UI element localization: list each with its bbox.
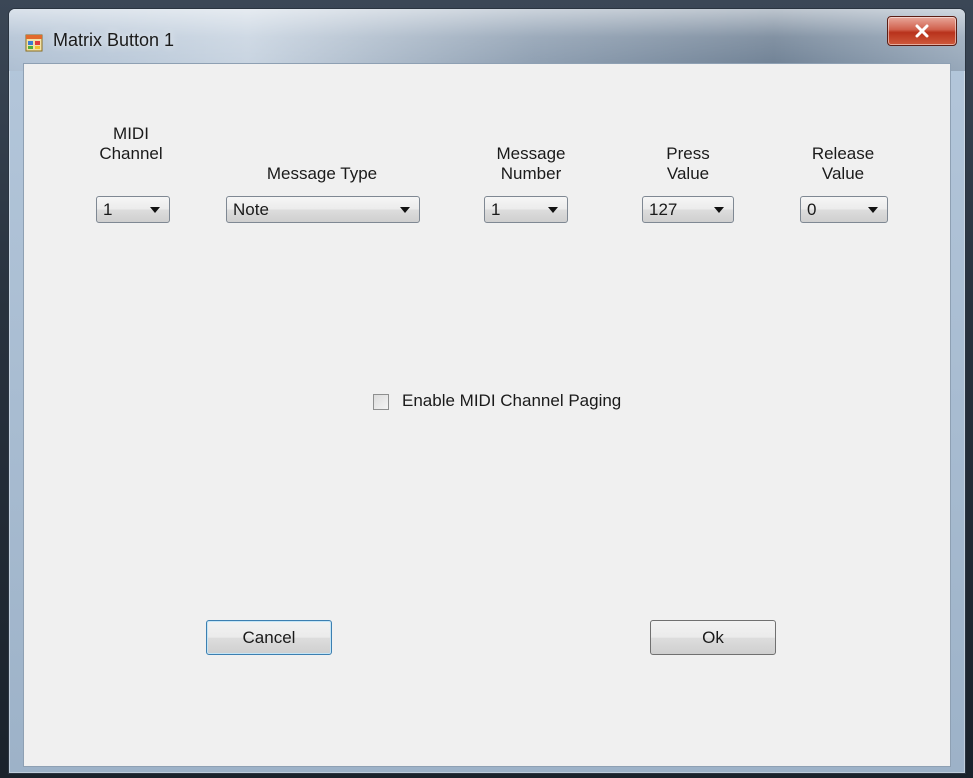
midi-channel-select[interactable]: 1 xyxy=(96,196,170,223)
close-icon xyxy=(915,24,929,38)
app-window-icon xyxy=(25,34,43,52)
close-button[interactable] xyxy=(887,16,957,46)
title-bar[interactable]: Matrix Button 1 xyxy=(9,9,965,71)
message-type-select[interactable]: Note xyxy=(226,196,420,223)
press-value-select[interactable]: 127 xyxy=(642,196,734,223)
chevron-down-icon xyxy=(150,207,160,213)
press-value-value: 127 xyxy=(649,200,678,219)
chevron-down-icon xyxy=(714,207,724,213)
cancel-button[interactable]: Cancel xyxy=(206,620,332,655)
midi-channel-paging-label[interactable]: Enable MIDI Channel Paging xyxy=(402,391,621,411)
release-value-label: Release Value xyxy=(811,144,875,183)
ok-button[interactable]: Ok xyxy=(650,620,776,655)
message-type-label: Message Type xyxy=(266,164,378,183)
message-number-value: 1 xyxy=(491,200,501,219)
midi-channel-value: 1 xyxy=(103,200,113,219)
press-value-label: Press Value xyxy=(666,144,710,183)
chevron-down-icon xyxy=(400,207,410,213)
dialog-window: Matrix Button 1 MIDI Channel 1 Message T… xyxy=(8,8,966,774)
chevron-down-icon xyxy=(548,207,558,213)
dialog-client-area: MIDI Channel 1 Message Type Note Message… xyxy=(23,63,951,767)
midi-channel-paging-checkbox[interactable] xyxy=(373,394,389,410)
release-value-value: 0 xyxy=(807,200,817,219)
release-value-select[interactable]: 0 xyxy=(800,196,888,223)
message-number-label: Message Number xyxy=(496,144,566,183)
chevron-down-icon xyxy=(868,207,878,213)
message-type-value: Note xyxy=(233,200,269,219)
window-title: Matrix Button 1 xyxy=(53,30,175,50)
midi-channel-label: MIDI Channel xyxy=(99,124,163,163)
message-number-select[interactable]: 1 xyxy=(484,196,568,223)
